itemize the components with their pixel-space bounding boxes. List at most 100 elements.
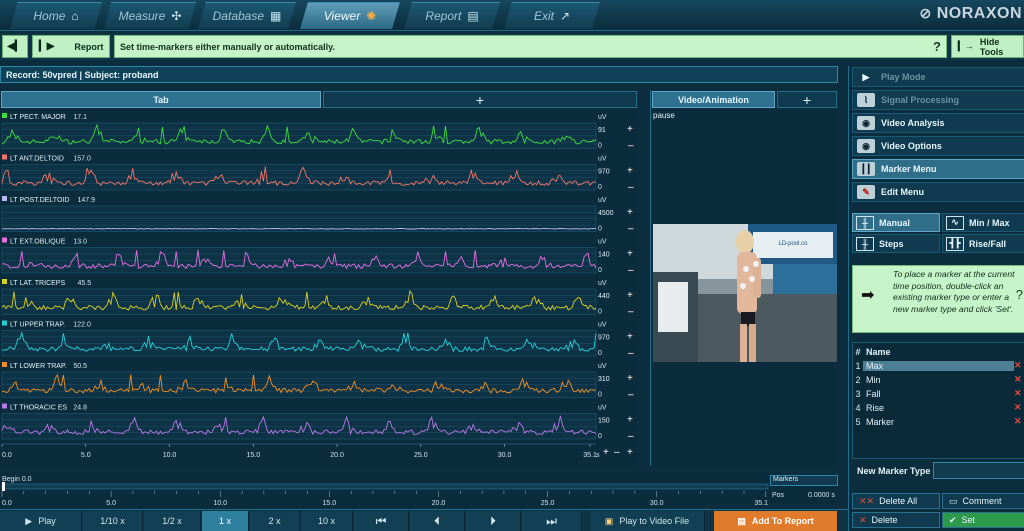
step-back-button[interactable]: ⏴	[410, 511, 465, 531]
record-info-bar: Record: 50vpred | Subject: proband	[0, 66, 838, 83]
x-tick-label: 30.0	[498, 452, 512, 459]
help-icon[interactable]: ?	[1016, 288, 1023, 300]
new-marker-type-input[interactable]	[933, 462, 1024, 479]
channel-ymin: 0	[598, 392, 602, 399]
video-add-button[interactable]: +	[777, 91, 837, 108]
marker-type-risefall[interactable]: ┫┣ Rise/Fall	[942, 234, 1024, 253]
channel-ymin: 0	[598, 226, 602, 233]
speed-button[interactable]: 1/2 x	[144, 511, 201, 531]
menu-video-options[interactable]: ◉ Video Options	[852, 136, 1024, 156]
speed-button[interactable]: 10 x	[301, 511, 353, 531]
timeline-tick-label: 10.0	[213, 500, 227, 507]
nav-tab-home[interactable]: Home ⌂	[10, 2, 102, 29]
noraxon-logo-icon: ⊘	[919, 5, 932, 21]
zoom-in-all-icon: +	[627, 447, 633, 458]
speed-label: 2 x	[268, 516, 281, 526]
channel-label: LT UPPER TRAP.	[10, 322, 65, 329]
row-num: 3	[855, 388, 861, 399]
set-button[interactable]: ✔ Set	[942, 512, 1024, 528]
menu-label: Edit Menu	[881, 187, 924, 197]
channel-unit: uV	[598, 363, 607, 370]
channel-label: LT PECT. MAJOR	[10, 114, 66, 121]
delete-x-icon[interactable]: ✕	[1014, 374, 1024, 385]
menu-signal-processing[interactable]: ⌇ Signal Processing	[852, 90, 1024, 110]
skip-start-icon: ⏮	[375, 513, 387, 528]
hide-tools-button[interactable]: ▎→ Hide Tools	[951, 35, 1024, 58]
timeline-tick-label: 15.0	[323, 500, 337, 507]
nav-tab-viewer[interactable]: Viewer ✺	[300, 2, 400, 29]
marker-type-minmax[interactable]: ∿ Min / Max	[942, 213, 1024, 232]
play-button[interactable]: ▶ Play	[0, 511, 82, 531]
zoom-in-icon: +	[627, 290, 633, 301]
jump-to-end-button[interactable]: ⏭	[522, 511, 582, 531]
video-tab[interactable]: Video/Animation	[652, 91, 775, 108]
step-forward-button[interactable]: ⏵	[466, 511, 521, 531]
delete-x-icon[interactable]: ✕	[1014, 360, 1024, 371]
channel-color-swatch	[2, 113, 7, 118]
marker-type-manual[interactable]: ╫ Manual	[852, 213, 940, 232]
play-to-video-file-button[interactable]: ▣ Play to Video File	[590, 511, 705, 531]
timeline-tick-label: 35.1	[754, 500, 768, 507]
add-to-report-button[interactable]: ▤ Add To Report	[714, 511, 838, 531]
zoom-out-x-icon: –	[614, 447, 620, 458]
video-banner-text: LD-pool.co	[778, 241, 808, 247]
table-row[interactable]: 2 Min ✕	[853, 373, 1024, 386]
nav-tab-measure[interactable]: Measure ✣	[104, 2, 196, 29]
zoom-out-icon: –	[628, 265, 634, 276]
video-frame[interactable]: LD-pool.co	[653, 224, 837, 362]
zoom-out-icon: –	[628, 182, 634, 193]
delete-x-icon[interactable]: ✕	[1014, 402, 1024, 413]
menu-video-analysis[interactable]: ◉ Video Analysis	[852, 113, 1024, 133]
channel-unit: uV	[598, 322, 607, 329]
emg-chart[interactable]: LT PECT. MAJOR 17.1 uV910+–LT ANT.DELTOID 1…	[0, 110, 638, 466]
x-unit-label: s	[596, 452, 600, 459]
speed-button-active[interactable]: 1 x	[202, 511, 249, 531]
timeline[interactable]: 0.0 5.0 10.0 15.0 20.0 25.0 30.0 35.1 Begin 0.0…	[0, 472, 838, 508]
speed-button[interactable]: 1/10 x	[83, 511, 143, 531]
nav-tab-report[interactable]: Report ▤	[404, 2, 500, 29]
nav-tab-database[interactable]: Database ▦	[198, 2, 296, 29]
channel-ymax: 970	[598, 169, 610, 176]
brand-logo: ⊘ NORAXON	[920, 5, 1022, 23]
delete-x-icon[interactable]: ✕	[1014, 388, 1024, 399]
channel-ymax: 4500	[598, 210, 614, 217]
comment-label: Comment	[962, 496, 1002, 506]
edit-icon: ✎	[857, 185, 875, 199]
add-tab-button[interactable]: +	[323, 91, 637, 108]
marker-info-text: To place a marker at the current time po…	[893, 269, 1015, 314]
menu-play-mode[interactable]: ▶ Play Mode	[852, 67, 1024, 87]
jump-to-start-button[interactable]: ⏮	[354, 511, 409, 531]
nav-tab-label: Database	[212, 9, 265, 23]
timeline-scale[interactable]: 0.0 5.0 10.0 15.0 20.0 25.0 30.0 35.1	[0, 472, 838, 508]
delete-button[interactable]: ✕ Delete	[852, 512, 940, 528]
speed-button[interactable]: 2 x	[250, 511, 300, 531]
signal-processing-icon: ⌇	[857, 93, 875, 107]
menu-marker-menu[interactable]: ┃┃ Marker Menu	[852, 159, 1024, 179]
channel-value: 157.0	[73, 156, 91, 163]
chart-tab[interactable]: Tab	[1, 91, 321, 108]
table-row[interactable]: 3 Fall ✕	[853, 387, 1024, 400]
menu-edit-menu[interactable]: ✎ Edit Menu	[852, 182, 1024, 202]
help-icon[interactable]: ?	[933, 39, 941, 54]
hide-tools-label: Hide Tools	[979, 36, 1004, 57]
delete-all-button[interactable]: ✕✕ Delete All	[852, 493, 940, 509]
collapse-left-button[interactable]: ◀▎	[2, 35, 28, 58]
marker-type-steps[interactable]: ╫ Steps	[852, 234, 940, 253]
report-toggle-button[interactable]: ▎▶ Report	[32, 35, 110, 58]
nav-tab-exit[interactable]: Exit ↗	[504, 2, 600, 29]
delete-x-icon[interactable]: ✕	[1014, 416, 1024, 427]
channel-value: 45.5	[78, 280, 92, 287]
nav-tab-label: Report	[425, 9, 462, 23]
speed-label: 10 x	[317, 516, 335, 526]
zoom-in-icon: +	[627, 207, 633, 218]
table-row[interactable]: 4 Rise ✕	[853, 401, 1024, 414]
play-label: Play	[38, 516, 56, 526]
table-row[interactable]: 5 Marker ✕	[853, 415, 1024, 428]
table-row[interactable]: 1 Max ✕	[853, 359, 1024, 372]
comment-button[interactable]: ▭ Comment	[942, 493, 1024, 509]
channel-label: LT LAT. TRICEPS	[10, 280, 65, 287]
risefall-icon: ┫┣	[946, 236, 964, 251]
checkmark-icon: ✔	[949, 514, 957, 525]
delete-icon: ✕	[859, 514, 867, 525]
marker-table-header: # Name	[853, 345, 1024, 358]
